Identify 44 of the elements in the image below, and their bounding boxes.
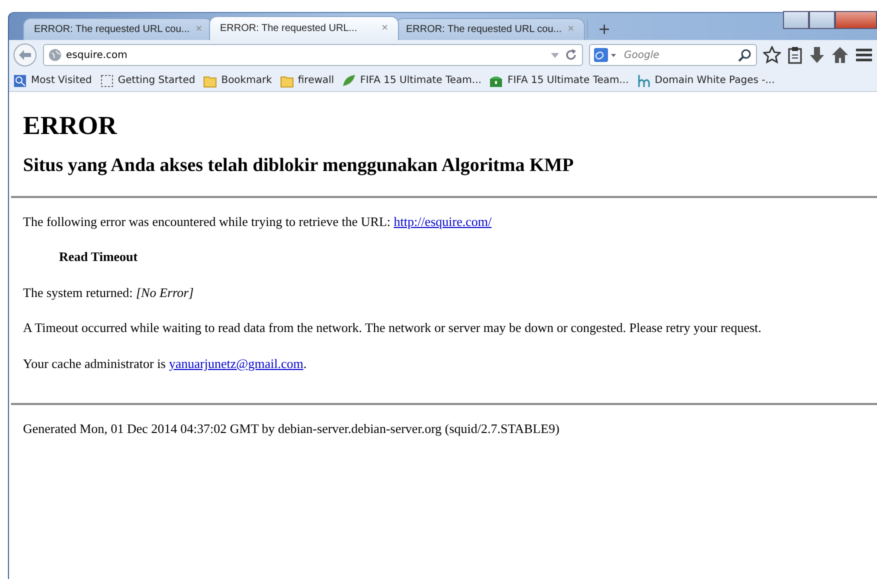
paragraph: The following error was encountered while trying to retrieve the URL: http://esquire.com/: [23, 212, 493, 231]
bookmark[interactable]: FIFA 15 Ultimate Team...: [489, 73, 629, 88]
tab-title: ERROR: The requested URL...: [220, 22, 358, 36]
bookmark[interactable]: Most Visited: [13, 73, 92, 88]
link[interactable]: http://esquire.com/: [394, 214, 492, 229]
bookmark[interactable]: Getting Started: [100, 73, 196, 88]
chest-icon: [489, 74, 504, 88]
bookmark[interactable]: FIFA 15 Ultimate Team...: [342, 73, 482, 88]
bookmark[interactable]: firewall: [280, 73, 334, 88]
folder-icon: [280, 74, 294, 88]
page-heading: ERROR: [23, 110, 118, 142]
new-tab-button[interactable]: +: [587, 20, 621, 38]
bookmark[interactable]: Bookmark: [203, 73, 272, 88]
star-icon[interactable]: [763, 46, 781, 64]
tab-title: ERROR: The requested URL cou...: [34, 23, 190, 37]
close-button[interactable]: [835, 11, 877, 29]
paragraph: A Timeout occurred while waiting to read data from the network. The network or server may be down or congested. Please retry your request.: [23, 319, 762, 338]
search-box[interactable]: Google: [589, 44, 757, 66]
home-icon[interactable]: [831, 46, 849, 64]
error-name: Read Timeout: [59, 248, 139, 266]
bookmark[interactable]: Domain White Pages -...: [636, 73, 775, 88]
globe-icon: [48, 48, 62, 62]
download-icon[interactable]: [809, 46, 825, 64]
history-icon: [13, 74, 27, 88]
page-subheading: Situs yang Anda akses telah diblokir menggunakan Algoritma KMP: [23, 155, 575, 178]
menu-icon[interactable]: [855, 47, 873, 63]
reload-icon[interactable]: [564, 48, 578, 62]
search-icon[interactable]: [738, 48, 752, 62]
site-icon: [636, 74, 651, 88]
paragraph: Your cache administrator is yanuarjunetz@gmail.com.: [23, 354, 308, 373]
leaf-icon: [342, 74, 356, 88]
back-icon[interactable]: [13, 43, 37, 67]
page-icon: [100, 74, 114, 88]
tab-title: ERROR: The requested URL cou...: [406, 23, 562, 37]
clipboard-icon[interactable]: [787, 46, 803, 64]
paragraph: The system returned: [No Error]: [23, 284, 195, 302]
link[interactable]: yanuarjunetz@gmail.com: [168, 356, 304, 371]
tab[interactable]: ERROR: The requested URL... ×: [209, 16, 399, 40]
minimize-button[interactable]: [783, 11, 809, 29]
maximize-button[interactable]: [809, 11, 835, 29]
folder-icon: [203, 74, 218, 88]
footer-text: Generated Mon, 01 Dec 2014 04:37:02 GMT by debian-server.debian-server.org (squid/2.7.STABLE9): [23, 420, 560, 438]
address-bar[interactable]: esquire.com: [43, 44, 583, 66]
search-engine-icon: [594, 48, 618, 62]
